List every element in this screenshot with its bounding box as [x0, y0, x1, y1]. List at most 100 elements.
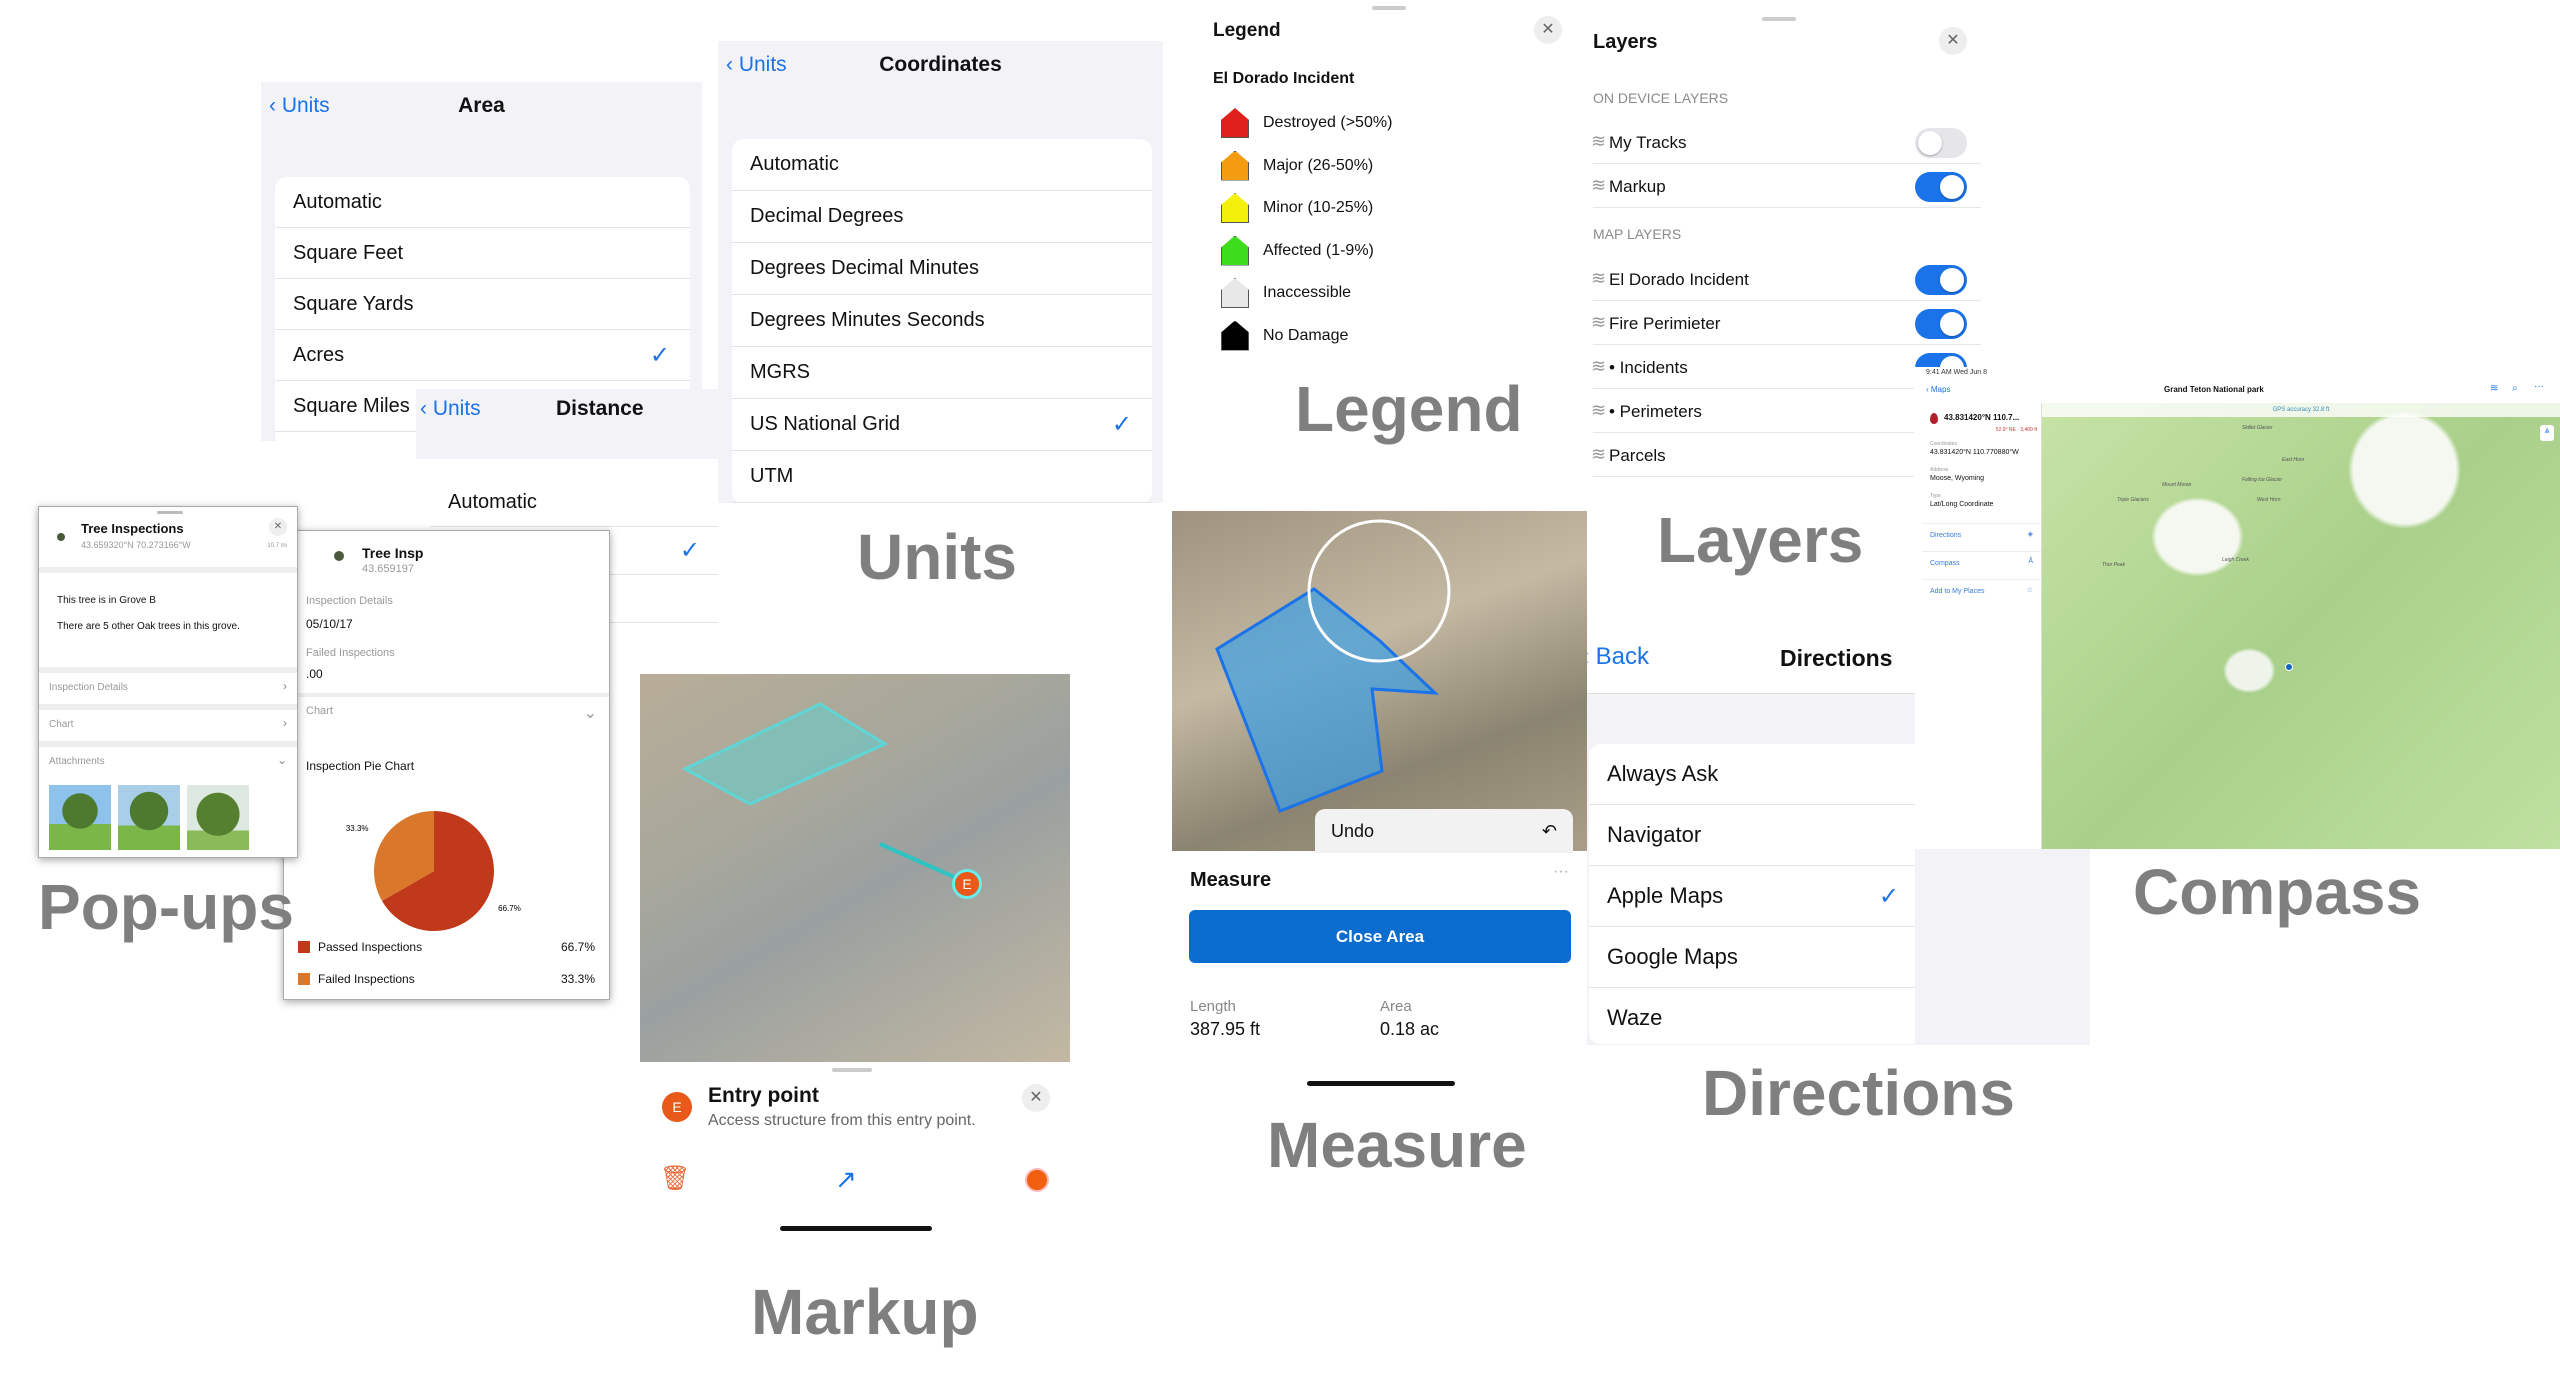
- option-row[interactable]: Degrees Decimal Minutes: [732, 243, 1152, 295]
- section-chart[interactable]: Chart ›: [39, 704, 297, 741]
- legend-item-label: Inaccessible: [1263, 284, 1352, 301]
- section-attachments[interactable]: Attachments ⌄: [39, 741, 297, 778]
- popup-coords: 43.659320°N 70.273166°W: [81, 540, 191, 550]
- option-row[interactable]: MGRS: [732, 347, 1152, 399]
- field-label: Address: [1930, 467, 1949, 473]
- option-row[interactable]: Automatic: [275, 177, 690, 228]
- more-icon[interactable]: ···: [1553, 863, 1569, 881]
- back-button[interactable]: ‹ Back: [1581, 643, 1649, 671]
- tree-photo[interactable]: [49, 785, 111, 850]
- checkmark-icon: ✓: [679, 537, 700, 564]
- option-row[interactable]: US National Grid ✓: [732, 399, 1152, 451]
- topo-map[interactable]: GPS accuracy 32.8 ft Skillet Glacier East…: [2042, 403, 2560, 849]
- measure-title: Measure: [1190, 869, 1272, 891]
- tree-photo[interactable]: [187, 785, 249, 850]
- directions-icon: ◈: [2027, 531, 2033, 538]
- more-icon[interactable]: ···: [2534, 381, 2544, 392]
- layers-title: Layers: [1593, 31, 1658, 53]
- option-row[interactable]: Google Maps: [1589, 927, 1915, 988]
- undo-button[interactable]: Undo ↶: [1315, 809, 1573, 853]
- layers-icon[interactable]: ≋: [2490, 383, 2498, 394]
- chevron-down-icon: ⌄: [276, 753, 287, 767]
- tree-photo[interactable]: [118, 785, 180, 850]
- layer-toggle[interactable]: [1915, 172, 1967, 202]
- option-row[interactable]: UTM: [732, 451, 1152, 503]
- option-row[interactable]: Automatic: [732, 139, 1152, 191]
- tree-icon: [57, 533, 65, 541]
- map-title: Grand Teton National park: [2164, 385, 2264, 394]
- aerial-map[interactable]: [1172, 511, 1587, 851]
- option-row[interactable]: Degrees Minutes Seconds: [732, 295, 1152, 347]
- page-title: Coordinates: [879, 53, 1002, 76]
- place-sub: 52.9° NE · 3,400 ft: [1995, 427, 2037, 433]
- option-label: US National Grid: [750, 413, 901, 435]
- page-title: Directions: [1780, 645, 1893, 671]
- option-row[interactable]: Navigator: [1589, 805, 1915, 866]
- option-row[interactable]: Waze: [1589, 988, 1915, 1045]
- popup-title: Tree Insp: [362, 545, 424, 561]
- chevron-right-icon: ›: [283, 679, 287, 693]
- chart-section[interactable]: Chart ⌄: [284, 693, 609, 729]
- undo-label: Undo: [1331, 821, 1375, 841]
- close-icon[interactable]: ✕: [1939, 27, 1967, 55]
- layer-stack-icon: ≋: [1591, 400, 1607, 420]
- legend-panel: Legend ✕ El Dorado Incident Destroyed (>…: [1197, 0, 1576, 367]
- layer-toggle[interactable]: [1915, 309, 1967, 339]
- house-icon: [1221, 320, 1249, 351]
- section-inspection-details[interactable]: Inspection Details ›: [39, 667, 297, 704]
- legend-value: 33.3%: [560, 972, 595, 986]
- action-compass[interactable]: Compass Å: [1922, 551, 2041, 579]
- chevron-right-icon: ›: [283, 716, 287, 730]
- undo-icon: ↶: [1541, 821, 1557, 841]
- option-row[interactable]: Apple Maps ✓: [1589, 866, 1915, 927]
- close-icon[interactable]: ✕: [1022, 1084, 1050, 1112]
- action-directions[interactable]: Directions ◈: [1922, 523, 2041, 551]
- option-label: Acres: [293, 343, 345, 366]
- legend-item-label: Minor (10-25%): [1263, 199, 1374, 216]
- status-time: 9:41 AM Wed Jun 8: [1926, 369, 1987, 376]
- option-row[interactable]: Always Ask: [1589, 744, 1915, 805]
- layer-toggle[interactable]: [1915, 128, 1967, 158]
- pin-icon: [1930, 413, 1938, 424]
- units-caption: Units: [857, 521, 1017, 593]
- option-row[interactable]: Square Feet: [275, 228, 690, 279]
- option-row[interactable]: Square Yards: [275, 279, 690, 330]
- option-label: Degrees Decimal Minutes: [750, 257, 979, 279]
- option-row[interactable]: Automatic: [430, 479, 718, 527]
- entry-marker[interactable]: E: [952, 869, 982, 899]
- option-row[interactable]: Decimal Degrees: [732, 191, 1152, 243]
- trash-icon[interactable]: 🗑: [660, 1164, 690, 1193]
- legend-swatch: [298, 973, 310, 985]
- markup-subtitle: Access structure from this entry point.: [708, 1112, 976, 1129]
- popup-text-1: This tree is in Grove B: [57, 595, 156, 606]
- house-icon: [1221, 235, 1249, 266]
- map-label: Skillet Glacier: [2242, 425, 2273, 431]
- back-label: Maps: [1930, 385, 1951, 394]
- field-label: Failed Inspections: [306, 647, 395, 659]
- compass-caption: Compass: [2133, 856, 2422, 928]
- color-icon[interactable]: [1025, 1168, 1049, 1192]
- layer-toggle[interactable]: [1915, 265, 1967, 295]
- popup-chart-card: Tree Insp 43.659197 Inspection Details 0…: [283, 530, 610, 1000]
- aerial-map[interactable]: E: [640, 674, 1070, 1062]
- compass-icon[interactable]: ⩓: [2540, 425, 2554, 441]
- share-arrow-icon[interactable]: ↗: [835, 1164, 857, 1195]
- close-area-button[interactable]: Close Area: [1189, 910, 1571, 963]
- page-title: Distance: [556, 397, 644, 420]
- house-icon: [1221, 108, 1249, 138]
- option-row[interactable]: Acres ✓: [275, 330, 690, 381]
- back-button[interactable]: ‹ Units: [420, 397, 481, 421]
- measure-polygon: [1215, 519, 1451, 813]
- action-add-to-my-places[interactable]: Add to My Places ☆: [1922, 579, 2041, 607]
- house-icon: [1221, 150, 1249, 181]
- directions-panel: ‹ Back Directions Always Ask Navigator App…: [1577, 629, 1915, 1045]
- area-units-panel: ‹ Units Area Automatic Square Feet Square …: [261, 82, 702, 441]
- close-icon[interactable]: ✕: [269, 518, 287, 536]
- back-button[interactable]: ‹ Maps: [1926, 385, 1950, 394]
- search-icon[interactable]: ⌕: [2512, 383, 2518, 394]
- area-value: 0.18 ac: [1380, 1019, 1440, 1039]
- close-icon[interactable]: ✕: [1534, 16, 1562, 44]
- measure-panel: Undo ↶ Measure ··· Close Area Length 387.…: [1172, 511, 1587, 1086]
- popup-coords: 43.659197: [362, 563, 414, 575]
- page-title: Area: [458, 94, 505, 117]
